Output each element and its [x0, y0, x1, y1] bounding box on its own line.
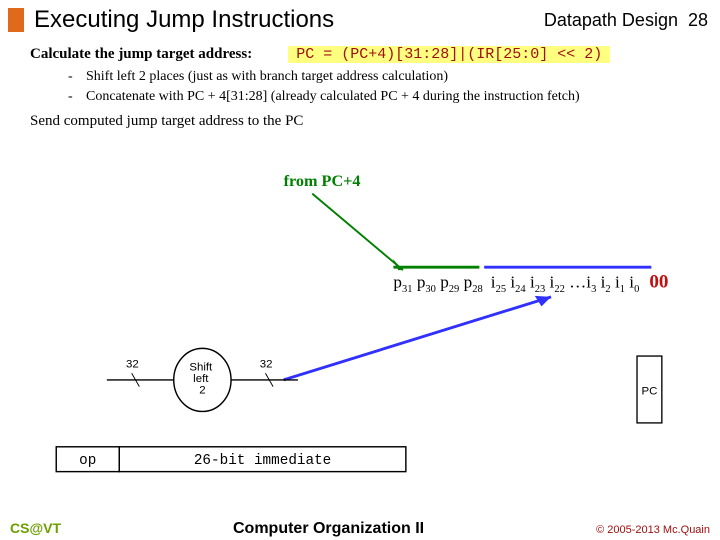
list-item: Concatenate with PC + 4[31:28] (already … — [68, 89, 700, 105]
slide-accent-block — [8, 8, 24, 32]
pc-box-label: PC — [641, 385, 657, 397]
footer-right: © 2005-2013 Mc.Quain — [596, 524, 710, 536]
footer-left: CS@VT — [10, 520, 61, 536]
bus32-out: 32 — [260, 359, 273, 371]
datapath-diagram: from PC+4 p31 p30 p29 p28 i25 i24 i23 i2… — [0, 165, 720, 485]
bits-row: p31 p30 p29 p28 i25 i24 i23 i22 …i3 i2 i… — [393, 271, 668, 296]
footer: CS@VT Computer Organization II © 2005-20… — [0, 520, 720, 538]
header: Executing Jump Instructions Datapath Des… — [0, 0, 720, 38]
body: Calculate the jump target address: PC = … — [0, 38, 720, 136]
bullet-list: Shift left 2 places (just as with branch… — [68, 69, 700, 105]
header-right: Datapath Design 28 — [544, 10, 708, 31]
immediate-label: 26-bit immediate — [194, 453, 331, 469]
arrow-green — [312, 194, 403, 270]
arrow-blue — [284, 297, 551, 380]
page-number: 28 — [688, 10, 708, 31]
calc-row: Calculate the jump target address: PC = … — [30, 46, 700, 63]
calc-heading: Calculate the jump target address: — [30, 46, 252, 63]
section-name: Datapath Design — [544, 10, 678, 31]
bus32-in: 32 — [126, 359, 139, 371]
page-title: Executing Jump Instructions — [34, 6, 534, 34]
pc-formula: PC = (PC+4)[31:28]|(IR[25:0] << 2) — [288, 46, 610, 63]
footer-center: Computer Organization II — [233, 520, 424, 538]
list-item: Shift left 2 places (just as with branch… — [68, 69, 700, 85]
from-pc4-label: from PC+4 — [284, 172, 361, 190]
op-label: op — [79, 453, 96, 469]
send-line: Send computed jump target address to the… — [30, 113, 700, 130]
